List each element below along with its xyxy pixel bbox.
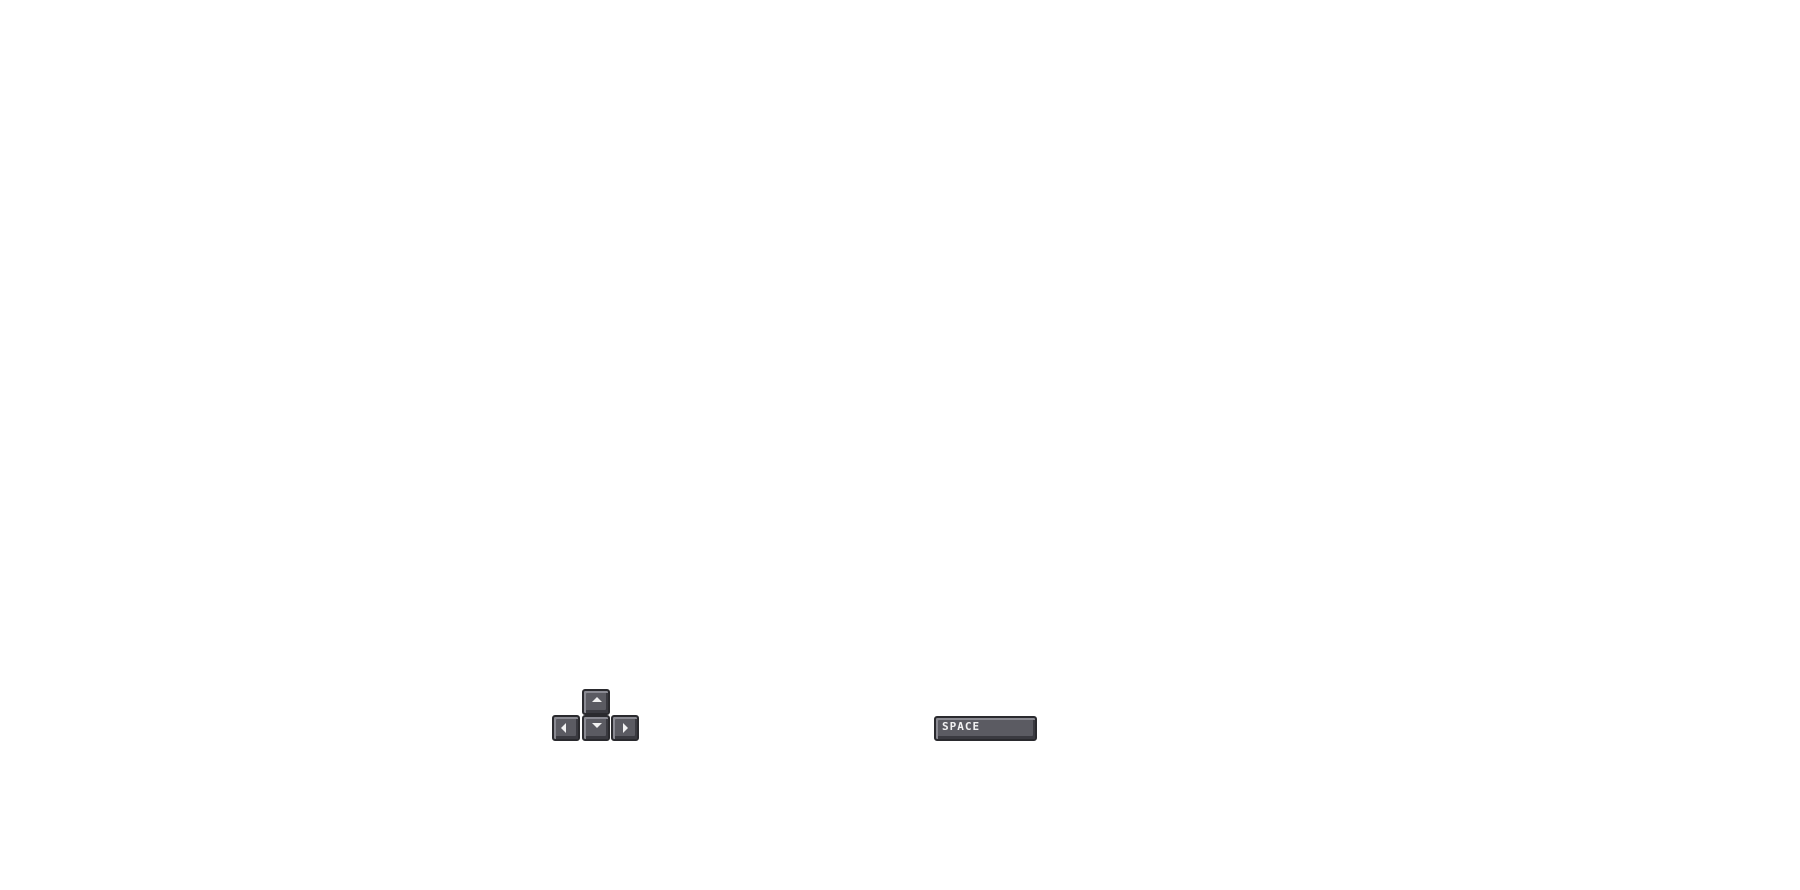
arrow-right-icon bbox=[623, 723, 628, 733]
game-screen: SPACE bbox=[0, 0, 1800, 890]
space-key-label: SPACE bbox=[942, 720, 981, 733]
right-arrow-key bbox=[611, 715, 639, 741]
up-arrow-key bbox=[582, 689, 610, 715]
arrow-left-icon bbox=[561, 723, 566, 733]
left-arrow-key bbox=[552, 715, 580, 741]
arrow-keys-hint bbox=[552, 689, 640, 743]
arrow-down-icon bbox=[592, 723, 602, 728]
space-key-hint: SPACE bbox=[934, 716, 1037, 741]
arrow-up-icon bbox=[592, 697, 602, 702]
down-arrow-key bbox=[582, 715, 610, 741]
